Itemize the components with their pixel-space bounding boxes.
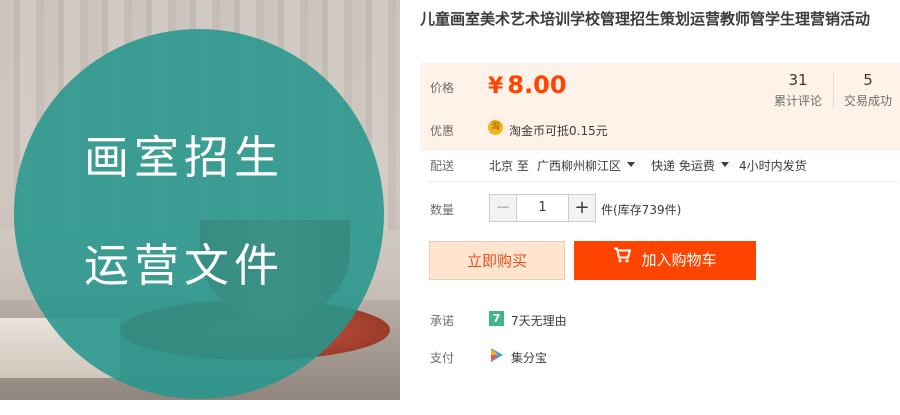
deal-count-label: 交易成功 (843, 94, 892, 108)
increase-quantity-button[interactable]: + (568, 195, 595, 221)
price-amount: 8.00 (507, 71, 567, 99)
shipping-method-select[interactable]: 快递 免运费 (651, 157, 715, 174)
image-overlay-text-line1: 画室招生 (84, 131, 285, 184)
buy-now-button[interactable]: 立即购买 (429, 241, 565, 280)
price-label: 价格 (430, 81, 455, 95)
shipping-time: 4小时内发货 (739, 159, 807, 173)
shopping-cart-icon (613, 239, 632, 278)
taobao-coin-icon: 淘 (488, 120, 503, 135)
promotion-label: 优惠 (430, 124, 455, 138)
jifenbao-icon (489, 347, 505, 363)
add-to-cart-label: 加入购物车 (641, 251, 717, 269)
price-value: ¥8.00 (488, 71, 567, 99)
deal-count: 5 (863, 71, 873, 89)
image-overlay-text-line2: 运营文件 (84, 239, 285, 292)
currency-symbol: ¥ (488, 74, 504, 99)
review-count-label: 累计评论 (773, 94, 822, 108)
shipping-destination-select[interactable]: 广西柳州柳江区 (537, 157, 621, 174)
shipping-origin: 北京 至 (489, 159, 529, 173)
chevron-down-icon[interactable] (721, 162, 729, 167)
quantity-input[interactable]: 1 (517, 195, 568, 221)
teal-circle-overlay (14, 29, 384, 399)
stock-info: 件(库存739件) (601, 203, 682, 217)
promotion-text: 淘金币可抵0.15元 (509, 124, 608, 138)
review-count-stat[interactable]: 31 累计评论 (764, 71, 832, 109)
divider (428, 181, 898, 182)
product-image[interactable]: 画室招生 运营文件 (0, 0, 400, 400)
promise-label: 承诺 (430, 314, 455, 328)
product-title: 儿童画室美术艺术培训学校管理招生策划运营教师管学生理营销活动 (420, 10, 871, 28)
price-panel: 价格 ¥8.00 31 累计评论 5 交易成功 优惠 淘 淘金币可抵0.15元 (420, 63, 900, 151)
payment-label: 支付 (430, 351, 455, 365)
seven-day-return-icon: 7 (489, 311, 504, 326)
deal-count-stat: 5 交易成功 (833, 71, 900, 109)
chevron-down-icon[interactable] (627, 162, 635, 167)
quantity-label: 数量 (430, 203, 455, 217)
quantity-stepper: − 1 + (489, 194, 596, 222)
promise-text[interactable]: 7天无理由 (511, 312, 567, 329)
shipping-label: 配送 (430, 159, 455, 173)
payment-method[interactable]: 集分宝 (511, 349, 547, 366)
add-to-cart-button[interactable]: 加入购物车 (574, 241, 756, 280)
review-count: 31 (788, 71, 808, 89)
decrease-quantity-button[interactable]: − (490, 195, 517, 221)
